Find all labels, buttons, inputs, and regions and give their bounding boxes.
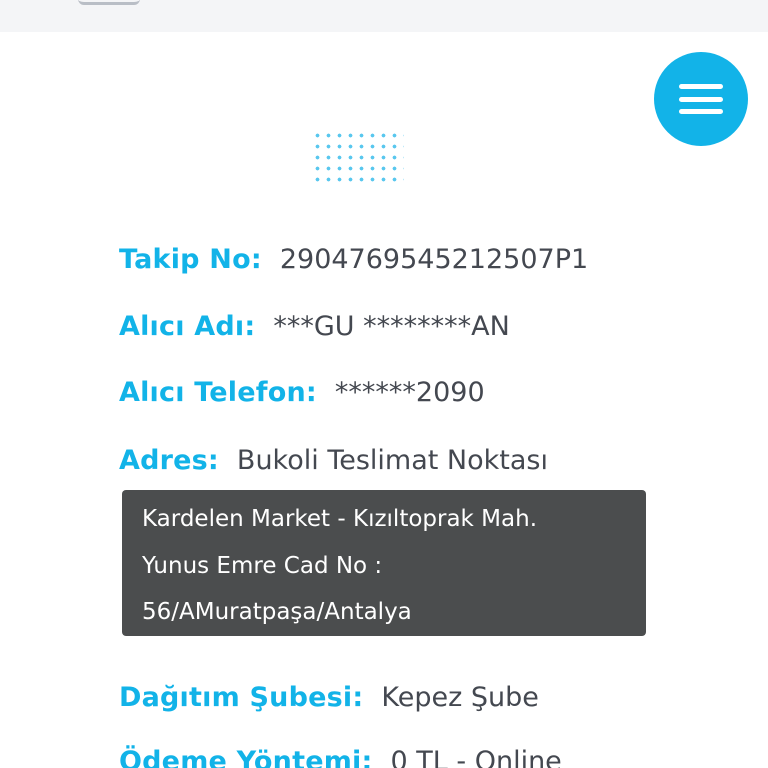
branch-row: Dağıtım Şubesi: Kepez Şube — [119, 680, 539, 716]
tracking-number-label: Takip No: — [119, 244, 262, 275]
recipient-phone-row: Alıcı Telefon: ******2090 — [119, 375, 485, 411]
address-line: 56/AMuratpaşa/Antalya — [142, 599, 412, 625]
address-label: Adres: — [119, 445, 219, 476]
tracking-number-row: Takip No: 2904769545212507P1 — [119, 242, 588, 278]
address-row: Adres: Bukoli Teslimat Noktası — [119, 443, 548, 479]
logo[interactable] — [78, 0, 140, 5]
address-line: Kardelen Market - Kızıltoprak Mah. — [142, 506, 538, 532]
menu-button[interactable] — [654, 52, 748, 146]
recipient-name-value: ***GU ********AN — [273, 311, 510, 342]
hamburger-menu-icon — [679, 84, 723, 114]
address-detail-box: Kardelen Market - Kızıltoprak Mah. Yunus… — [122, 490, 646, 636]
recipient-name-label: Alıcı Adı: — [119, 311, 256, 342]
branch-label: Dağıtım Şubesi: — [119, 682, 364, 713]
dot-pattern-decoration — [312, 130, 404, 186]
recipient-phone-label: Alıcı Telefon: — [119, 377, 317, 408]
recipient-phone-value: ******2090 — [334, 377, 485, 408]
payment-method-label: Ödeme Yöntemi: — [119, 746, 373, 768]
recipient-name-row: Alıcı Adı: ***GU ********AN — [119, 309, 510, 345]
payment-method-row: Ödeme Yöntemi: 0 TL - Online — [119, 744, 562, 768]
top-header-bar — [0, 0, 768, 32]
tracking-number-value: 2904769545212507P1 — [279, 244, 589, 275]
address-value: Bukoli Teslimat Noktası — [236, 445, 548, 476]
payment-method-value: 0 TL - Online — [390, 746, 562, 768]
branch-value: Kepez Şube — [381, 682, 539, 713]
tracking-page: Takip No: 2904769545212507P1 Alıcı Adı: … — [0, 0, 768, 768]
address-line: Yunus Emre Cad No : — [142, 552, 383, 579]
